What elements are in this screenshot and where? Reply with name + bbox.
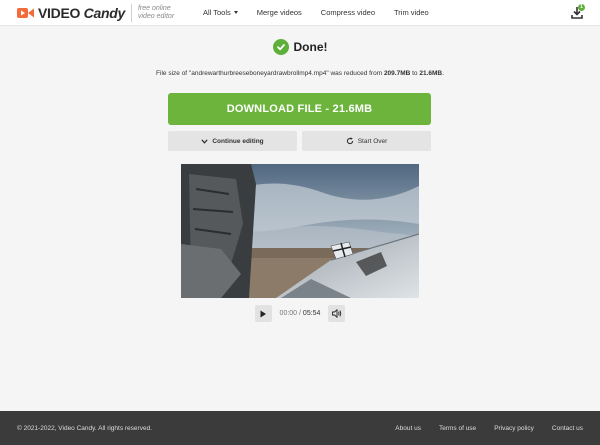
footer-link-terms[interactable]: Terms of use — [439, 425, 476, 432]
video-camera-icon — [17, 7, 34, 18]
done-heading: Done! — [0, 39, 600, 55]
copyright-text: © 2021-2022, Video Candy. All rights res… — [17, 424, 152, 432]
download-file-button[interactable]: DOWNLOAD FILE - 21.6MB — [168, 93, 431, 125]
footer-link-contact[interactable]: Contact us — [552, 425, 583, 432]
logo-text: VIDEO Candy — [38, 4, 125, 21]
video-frame-image — [181, 164, 419, 298]
start-over-label: Start Over — [357, 137, 388, 145]
size-reduction-message: File size of "andrewarthurbreeseboneyard… — [156, 70, 444, 77]
footer-link-privacy[interactable]: Privacy policy — [494, 425, 534, 432]
start-over-button[interactable]: Start Over — [302, 131, 431, 151]
nav-merge-videos[interactable]: Merge videos — [257, 8, 302, 17]
done-title: Done! — [293, 40, 328, 54]
continue-editing-button[interactable]: Continue editing — [168, 131, 297, 151]
volume-icon — [332, 309, 342, 318]
logo-tagline: free online video editor — [137, 5, 175, 20]
logo[interactable]: VIDEO Candy free online video editor — [17, 0, 188, 26]
footer: © 2021-2022, Video Candy. All rights res… — [0, 411, 600, 445]
footer-link-about[interactable]: About us — [395, 425, 421, 432]
footer-links: About us Terms of use Privacy policy Con… — [377, 425, 583, 432]
continue-editing-label: Continue editing — [212, 137, 264, 145]
play-button[interactable] — [254, 305, 272, 322]
time-display: 00:00 / 05:54 — [279, 310, 321, 317]
download-count-badge: 1 — [578, 4, 585, 11]
chevron-down-icon — [201, 138, 209, 144]
main-nav: All Tools Merge videos Compress video Tr… — [203, 0, 448, 26]
check-circle-icon — [272, 39, 289, 55]
caret-down-icon — [233, 11, 238, 14]
nav-trim-video[interactable]: Trim video — [394, 8, 429, 17]
play-icon — [260, 310, 267, 317]
refresh-icon — [346, 137, 353, 145]
nav-compress-video[interactable]: Compress video — [321, 8, 375, 17]
top-navbar: VIDEO Candy free online video editor All… — [0, 0, 600, 26]
logo-divider — [130, 3, 132, 22]
volume-button[interactable] — [328, 305, 346, 322]
nav-all-tools[interactable]: All Tools — [203, 8, 238, 17]
video-preview[interactable] — [181, 164, 419, 298]
video-player-controls: 00:00 / 05:54 — [0, 305, 600, 322]
